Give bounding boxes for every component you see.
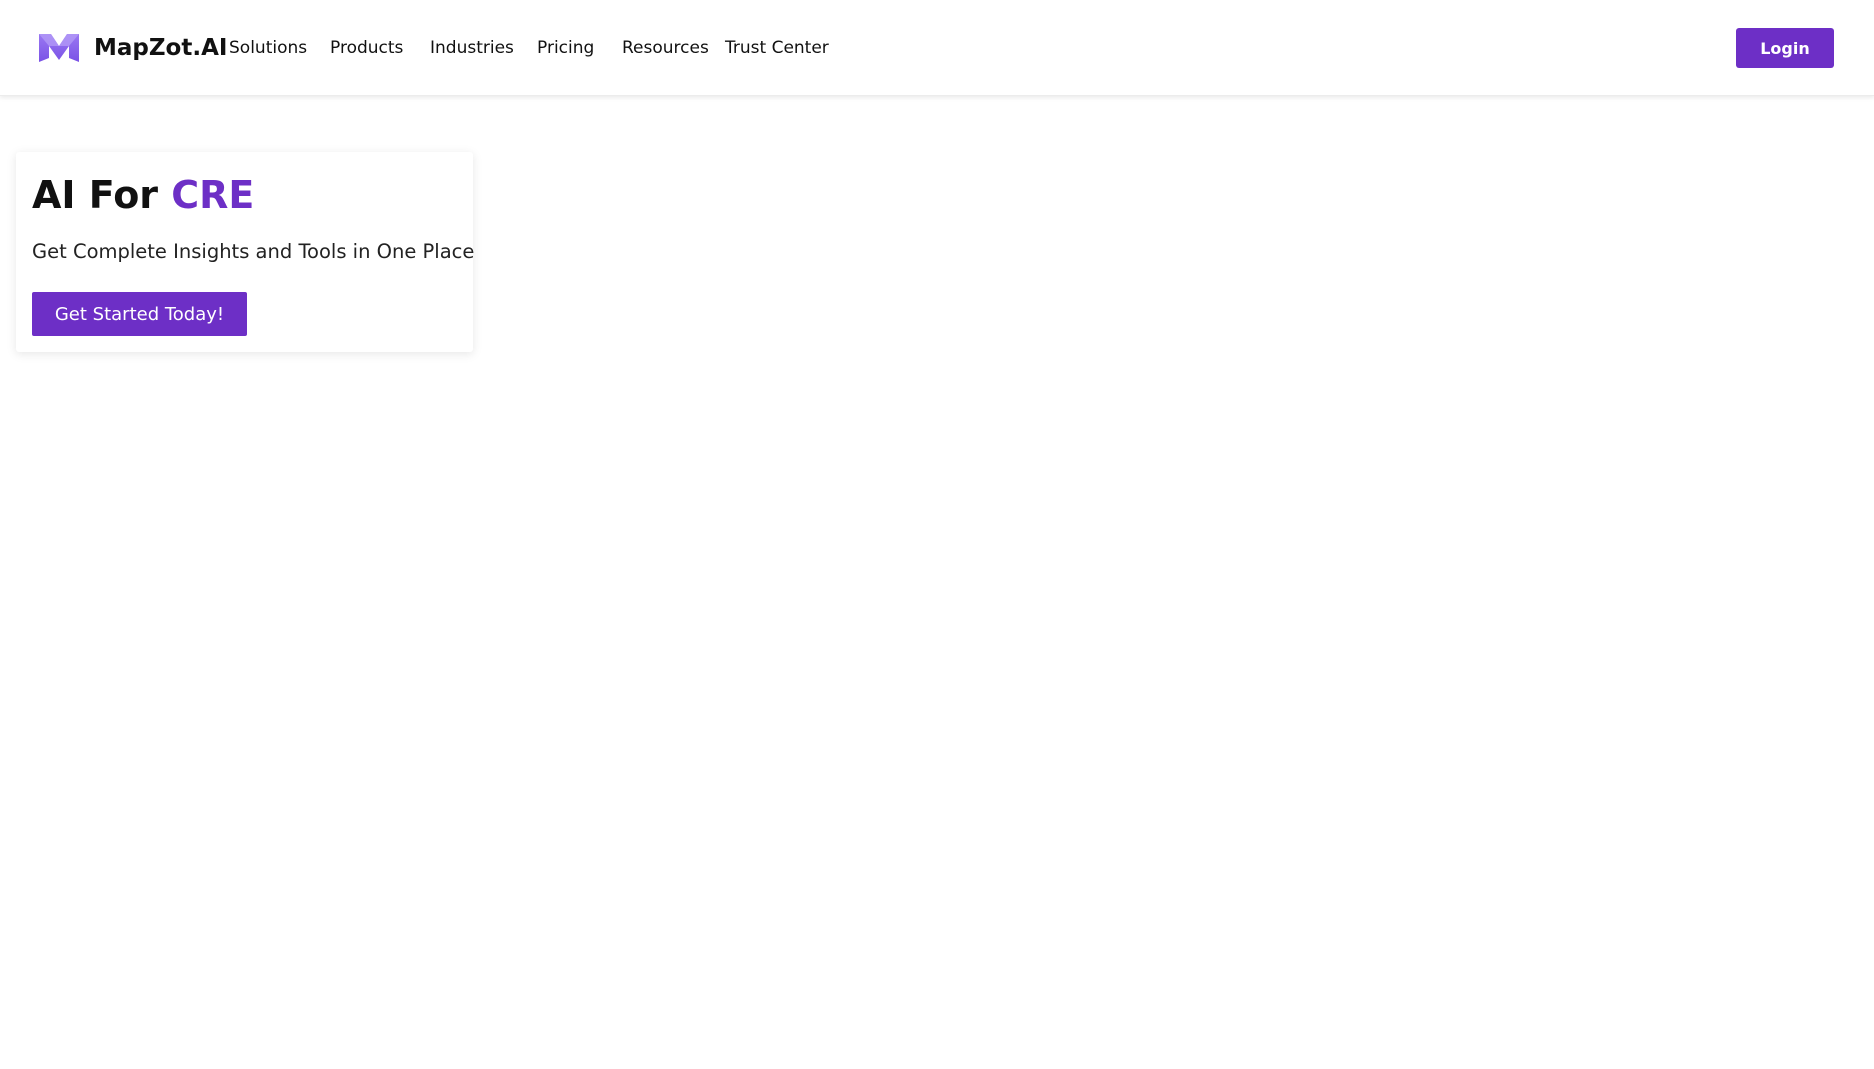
nav-item-products[interactable]: Products <box>330 36 403 60</box>
m-logo-icon <box>39 34 79 62</box>
login-button[interactable]: Login <box>1736 28 1834 68</box>
hero-subtitle: Get Complete Insights and Tools in One P… <box>32 240 475 263</box>
nav-item-trust-center[interactable]: Trust Center <box>725 36 829 60</box>
brand-name: MapZot.AI <box>94 35 228 61</box>
nav-item-solutions[interactable]: Solutions <box>229 36 307 60</box>
brand[interactable]: MapZot.AI <box>38 30 227 66</box>
site-header: MapZot.AI Solutions Products Industries … <box>0 0 1874 96</box>
get-started-button[interactable]: Get Started Today! <box>32 292 247 336</box>
hero-title-prefix: AI For <box>32 173 172 217</box>
nav-item-resources[interactable]: Resources <box>622 36 709 60</box>
hero-card: AI For CRE Get Complete Insights and Too… <box>16 152 475 352</box>
hero-title-accent: CRE <box>171 173 255 217</box>
nav-item-industries[interactable]: Industries <box>430 36 514 60</box>
nav-item-pricing[interactable]: Pricing <box>537 36 594 60</box>
hero-title: AI For CRE <box>32 172 254 218</box>
